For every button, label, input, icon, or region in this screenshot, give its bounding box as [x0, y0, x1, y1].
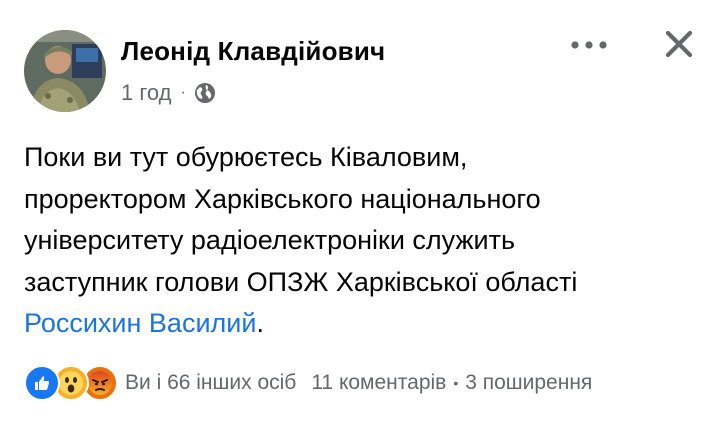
mention-link[interactable]: Россихин Василий [24, 308, 256, 338]
like-reaction-icon [24, 365, 60, 401]
author-avatar[interactable] [24, 30, 106, 112]
post-timestamp[interactable]: 1 год [121, 80, 171, 106]
post-text-line: Поки ви тут обурюєтесь Ківаловим, [24, 142, 468, 172]
more-options-icon [571, 41, 607, 49]
close-icon [665, 30, 693, 58]
post-text-line: університету радіоелектроніки служить [24, 225, 516, 255]
more-options-button[interactable] [565, 28, 613, 62]
post-text: Поки ви тут обурюєтесь Ківаловим, прорек… [24, 137, 704, 345]
author-name[interactable]: Леонід Клавдійович [121, 36, 385, 67]
reaction-icons[interactable] [24, 365, 118, 401]
footer-separator: • [453, 375, 459, 391]
post-text-end: . [256, 308, 264, 338]
post-text-line: заступник голови ОПЗЖ Харківської област… [24, 266, 578, 297]
globe-icon[interactable] [194, 82, 216, 104]
meta-separator: · [180, 84, 186, 101]
comments-count[interactable]: 11 коментарів [311, 371, 446, 395]
close-button[interactable] [659, 24, 699, 64]
reaction-summary[interactable]: Ви і 66 інших осіб [125, 371, 296, 395]
avatar-photo [24, 30, 106, 112]
post-meta: 1 год · [121, 80, 216, 106]
post-text-line: проректором Харківського національного [24, 183, 541, 214]
shares-count[interactable]: 3 поширення [465, 371, 592, 395]
post-text-line: Россихин Василий. [24, 303, 704, 345]
post-footer: Ви і 66 інших осіб 11 коментарів • 3 пош… [24, 365, 714, 401]
